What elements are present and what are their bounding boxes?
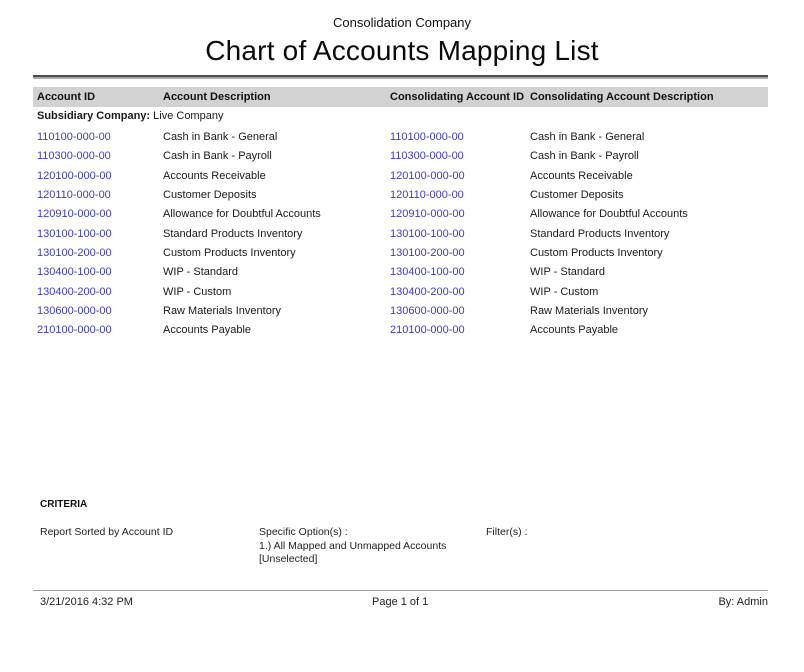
specific-option-item: 1.) All Mapped and Unmapped Accounts <box>259 540 446 554</box>
account-id-link[interactable]: 120910-000-00 <box>37 205 163 224</box>
consolidating-account-description: Standard Products Inventory <box>530 225 768 244</box>
table-header-row: Account ID Account Description Consolida… <box>33 87 768 107</box>
company-name: Consolidation Company <box>0 15 804 30</box>
account-description: Customer Deposits <box>163 186 390 205</box>
account-description: Raw Materials Inventory <box>163 302 390 321</box>
consolidating-account-description: Customer Deposits <box>530 186 768 205</box>
account-description: Accounts Receivable <box>163 167 390 186</box>
consolidating-account-description: WIP - Standard <box>530 263 768 282</box>
table-row: 130600-000-00 Raw Materials Inventory 13… <box>33 302 768 321</box>
subsidiary-company-label: Subsidiary Company: <box>37 110 150 122</box>
column-header-consolidating-account-description: Consolidating Account Description <box>530 87 768 107</box>
column-header-account-id: Account ID <box>37 87 163 107</box>
consolidating-account-id-link[interactable]: 120110-000-00 <box>390 186 530 205</box>
account-id-link[interactable]: 130400-100-00 <box>37 263 163 282</box>
account-description: Cash in Bank - General <box>163 128 390 147</box>
criteria-sorted-by: Report Sorted by Account ID <box>40 526 173 538</box>
consolidating-account-id-link[interactable]: 110100-000-00 <box>390 128 530 147</box>
consolidating-account-id-link[interactable]: 210100-000-00 <box>390 321 530 340</box>
account-description: Cash in Bank - Payroll <box>163 147 390 166</box>
consolidating-account-description: Allowance for Doubtful Accounts <box>530 205 768 224</box>
column-header-account-description: Account Description <box>163 87 390 107</box>
subsidiary-company-line: Subsidiary Company: Live Company <box>37 110 223 122</box>
account-id-link[interactable]: 110100-000-00 <box>37 128 163 147</box>
account-description: Accounts Payable <box>163 321 390 340</box>
consolidating-account-id-link[interactable]: 130400-200-00 <box>390 283 530 302</box>
account-id-link[interactable]: 120100-000-00 <box>37 167 163 186</box>
footer-divider <box>33 590 768 591</box>
footer-page-number: Page 1 of 1 <box>372 596 428 608</box>
criteria-specific-options: Specific Option(s) : 1.) All Mapped and … <box>259 526 446 567</box>
table-row: 120910-000-00 Allowance for Doubtful Acc… <box>33 205 768 224</box>
consolidating-account-description: Custom Products Inventory <box>530 244 768 263</box>
account-id-link[interactable]: 130100-100-00 <box>37 225 163 244</box>
consolidating-account-description: Cash in Bank - General <box>530 128 768 147</box>
account-description: WIP - Standard <box>163 263 390 282</box>
consolidating-account-id-link[interactable]: 110300-000-00 <box>390 147 530 166</box>
report-title: Chart of Accounts Mapping List <box>0 35 804 67</box>
criteria-heading: CRITERIA <box>40 499 87 510</box>
consolidating-account-id-link[interactable]: 130100-100-00 <box>390 225 530 244</box>
subsidiary-company-value: Live Company <box>150 110 223 122</box>
consolidating-account-id-link[interactable]: 120100-000-00 <box>390 167 530 186</box>
account-id-link[interactable]: 120110-000-00 <box>37 186 163 205</box>
account-description: Allowance for Doubtful Accounts <box>163 205 390 224</box>
specific-option-item: [Unselected] <box>259 553 446 567</box>
consolidating-account-description: WIP - Custom <box>530 283 768 302</box>
account-description: WIP - Custom <box>163 283 390 302</box>
footer-printed-by: By: Admin <box>718 596 768 608</box>
consolidating-account-description: Cash in Bank - Payroll <box>530 147 768 166</box>
account-id-link[interactable]: 210100-000-00 <box>37 321 163 340</box>
table-row: 130100-100-00 Standard Products Inventor… <box>33 225 768 244</box>
table-row: 130400-100-00 WIP - Standard 130400-100-… <box>33 263 768 282</box>
table-row: 120110-000-00 Customer Deposits 120110-0… <box>33 186 768 205</box>
specific-options-label: Specific Option(s) : <box>259 526 446 540</box>
consolidating-account-id-link[interactable]: 130600-000-00 <box>390 302 530 321</box>
column-header-consolidating-account-id: Consolidating Account ID <box>390 87 530 107</box>
consolidating-account-id-link[interactable]: 130400-100-00 <box>390 263 530 282</box>
account-description: Standard Products Inventory <box>163 225 390 244</box>
consolidating-account-description: Raw Materials Inventory <box>530 302 768 321</box>
table-row: 130100-200-00 Custom Products Inventory … <box>33 244 768 263</box>
account-id-link[interactable]: 130100-200-00 <box>37 244 163 263</box>
table-body: 110100-000-00 Cash in Bank - General 110… <box>33 128 768 341</box>
table-row: 110100-000-00 Cash in Bank - General 110… <box>33 128 768 147</box>
account-id-link[interactable]: 130600-000-00 <box>37 302 163 321</box>
table-row: 130400-200-00 WIP - Custom 130400-200-00… <box>33 283 768 302</box>
report-page: Consolidation Company Chart of Accounts … <box>0 0 804 672</box>
account-id-link[interactable]: 130400-200-00 <box>37 283 163 302</box>
title-divider <box>33 75 768 79</box>
account-description: Custom Products Inventory <box>163 244 390 263</box>
consolidating-account-description: Accounts Payable <box>530 321 768 340</box>
consolidating-account-description: Accounts Receivable <box>530 167 768 186</box>
table-row: 120100-000-00 Accounts Receivable 120100… <box>33 167 768 186</box>
table-row: 210100-000-00 Accounts Payable 210100-00… <box>33 321 768 340</box>
consolidating-account-id-link[interactable]: 120910-000-00 <box>390 205 530 224</box>
criteria-filters-label: Filter(s) : <box>486 526 527 538</box>
consolidating-account-id-link[interactable]: 130100-200-00 <box>390 244 530 263</box>
table-row: 110300-000-00 Cash in Bank - Payroll 110… <box>33 147 768 166</box>
footer-datetime: 3/21/2016 4:32 PM <box>40 596 133 608</box>
account-id-link[interactable]: 110300-000-00 <box>37 147 163 166</box>
